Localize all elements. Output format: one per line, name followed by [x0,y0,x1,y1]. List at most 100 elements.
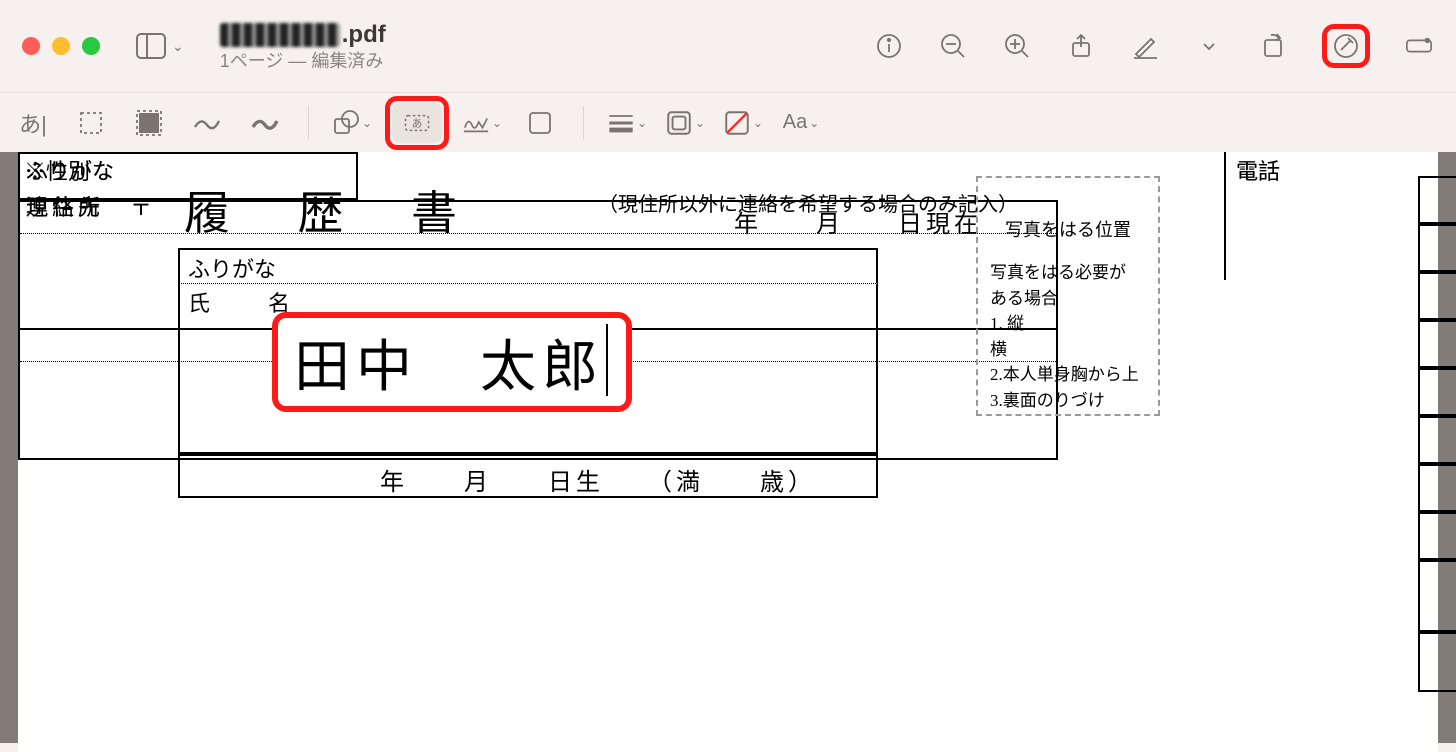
label-furigana: ふりがな [26,154,114,186]
chevron-down-icon: ⌄ [809,116,819,130]
window-controls [22,37,100,55]
next-page-peek [1418,560,1456,632]
contact-note: （現住所以外に連絡を希望する場合のみ記入） [598,188,1018,217]
text-selection-tool[interactable]: あ| [8,103,58,143]
textbox-icon: あ [403,109,431,137]
furigana-row: ふりがな [178,248,878,284]
photo-instruction-5: 2.本人単身胸から上 [990,362,1146,388]
minimize-window-button[interactable] [52,37,70,55]
filename-redacted [220,23,340,47]
label-tel: 電話 [1236,154,1280,186]
text-cursor-icon: あ| [19,107,47,139]
photo-instruction-2: ある場合 [990,286,1146,312]
next-page-peek [1418,272,1456,320]
svg-text:あ: あ [412,118,423,130]
info-icon [875,32,903,60]
markup-toolbar: あ| ⌄ あ ⌄ ⌄ ⌄ [0,92,1456,152]
chevron-down-icon: ⌄ [695,116,705,130]
no-fill-icon [723,109,751,137]
border-color-icon [665,109,693,137]
contact-tel-cell: 電話 [1224,152,1438,280]
text-tool-highlight: あ [385,96,449,150]
name-textbox[interactable]: 田中 太郎 [294,322,604,403]
sketch-icon [193,109,221,137]
highlight-button[interactable] [1130,31,1160,61]
zoom-out-button[interactable] [938,31,968,61]
draw-tool[interactable] [240,103,290,143]
toolbar-actions [874,24,1434,68]
rotate-button[interactable] [1258,31,1288,61]
photo-instruction-1: 写真をはる必要が [990,260,1146,286]
chevron-down-icon: ⌄ [172,38,184,55]
share-icon [1067,32,1095,60]
sidebar-icon [136,33,166,59]
form-field-icon [1405,32,1433,60]
font-style-menu[interactable]: Aa ⌄ [776,103,826,143]
sign-tool[interactable]: ⌄ [457,103,507,143]
note-icon [526,109,554,137]
label-contact: 連絡先 〒 [26,190,156,222]
chevron-down-icon: ⌄ [753,116,763,130]
birth-row: 年 月 日生 （満 歳） [178,454,878,498]
separator [308,106,309,140]
label-birth: 年 月 日生 （満 歳） [380,462,816,497]
border-color-menu[interactable]: ⌄ [660,103,710,143]
note-tool[interactable] [515,103,565,143]
markup-toggle-highlight [1322,24,1370,68]
fullscreen-window-button[interactable] [82,37,100,55]
info-button[interactable] [874,31,904,61]
resume-title: 履 歴 書 [184,177,485,243]
rect-selection-tool[interactable] [66,103,116,143]
next-page-peek [1418,512,1456,560]
document-subtitle: 1ページ — 編集済み [220,50,386,73]
photo-box-title: 写真をはる位置 [978,216,1158,242]
font-style-label: Aa [783,111,807,134]
markup-icon [1332,32,1360,60]
form-fields-button[interactable] [1404,31,1434,61]
signature-icon [462,109,490,137]
border-lines-icon [607,109,635,137]
shapes-tool[interactable]: ⌄ [327,103,377,143]
redact-tool[interactable] [124,103,174,143]
zoom-out-icon [939,32,967,60]
photo-instruction-6: 3.裏面のりづけ [990,388,1146,414]
zoom-in-button[interactable] [1002,31,1032,61]
shapes-icon [332,109,360,137]
next-page-peek [1418,224,1456,272]
rotate-icon [1259,32,1287,60]
filename-extension: .pdf [342,20,386,50]
next-page-peek [1418,416,1456,464]
label-furigana: ふりがな [188,252,276,284]
next-page-peek [1418,632,1456,692]
next-page-peek [1418,368,1456,416]
separator [583,106,584,140]
text-tool-button[interactable]: あ [392,103,442,143]
chevron-down-icon: ⌄ [492,116,502,130]
share-button[interactable] [1066,31,1096,61]
window-titlebar: ⌄ .pdf 1ページ — 編集済み [0,0,1456,92]
sketch-tool[interactable] [182,103,232,143]
close-window-button[interactable] [22,37,40,55]
photo-instruction-4: 横 [990,337,1146,363]
highlight-pen-icon [1131,32,1159,60]
next-page-peek [1418,320,1456,368]
markup-toggle-button[interactable] [1331,31,1361,61]
pdf-page-1[interactable]: 履 歴 書 年 月 日現在 写真をはる位置 写真をはる必要が ある場合 1. 縦… [18,152,1438,752]
marquee-icon [77,109,105,137]
chevron-down-icon: ⌄ [362,116,372,130]
sidebar-toggle-button[interactable]: ⌄ [136,33,184,59]
next-page-peek [1418,176,1456,224]
document-canvas[interactable]: 履 歴 書 年 月 日現在 写真をはる位置 写真をはる必要が ある場合 1. 縦… [0,152,1456,743]
fill-color-menu[interactable]: ⌄ [718,103,768,143]
chevron-down-icon [1200,37,1218,55]
text-caret [606,324,608,396]
redact-icon [135,109,163,137]
draw-icon [251,109,279,137]
zoom-in-icon [1003,32,1031,60]
border-style-menu[interactable]: ⌄ [602,103,652,143]
chevron-down-icon: ⌄ [637,116,647,130]
document-title-block: .pdf 1ページ — 編集済み [220,20,386,73]
next-page-peek [1418,464,1456,512]
highlight-menu-button[interactable] [1194,31,1224,61]
photo-instruction-3: 1. 縦 [990,311,1146,337]
